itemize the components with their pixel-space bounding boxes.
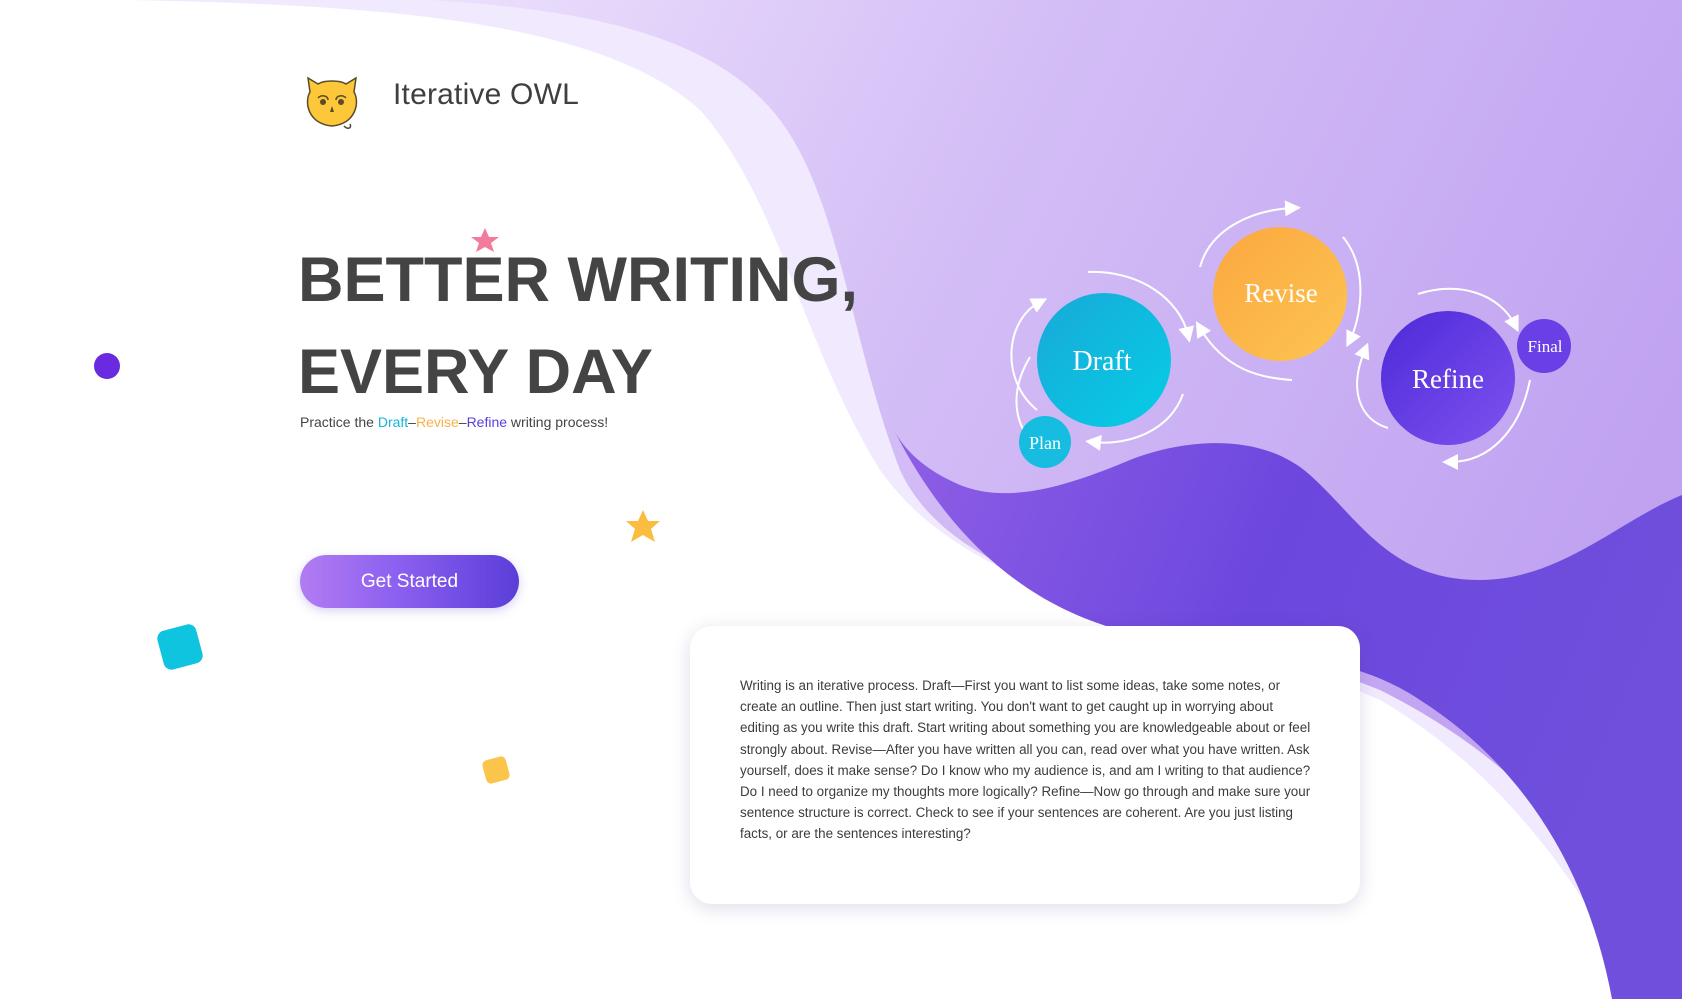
- hero-heading-line-1: BETTER WRITING,: [298, 245, 858, 315]
- owl-logo-icon[interactable]: [300, 68, 364, 132]
- tagline-refine: Refine: [466, 414, 508, 430]
- tagline-dash: –: [458, 414, 467, 430]
- info-card-text: Writing is an iterative process. Draft—F…: [740, 678, 1311, 842]
- tagline-suffix: writing process!: [507, 414, 609, 430]
- tagline-prefix: Practice the: [300, 414, 378, 430]
- tagline-dash: –: [408, 414, 416, 430]
- tagline-draft: Draft: [377, 414, 409, 430]
- tagline: Practice the Draft–Revise–Refine writing…: [300, 414, 608, 430]
- get-started-button[interactable]: Get Started: [300, 555, 519, 608]
- brand-name[interactable]: Iterative OWL: [393, 78, 579, 112]
- info-card: Writing is an iterative process. Draft—F…: [690, 626, 1360, 904]
- hero-heading-line-2: EVERY DAY: [298, 337, 653, 407]
- tagline-revise: Revise: [415, 414, 459, 430]
